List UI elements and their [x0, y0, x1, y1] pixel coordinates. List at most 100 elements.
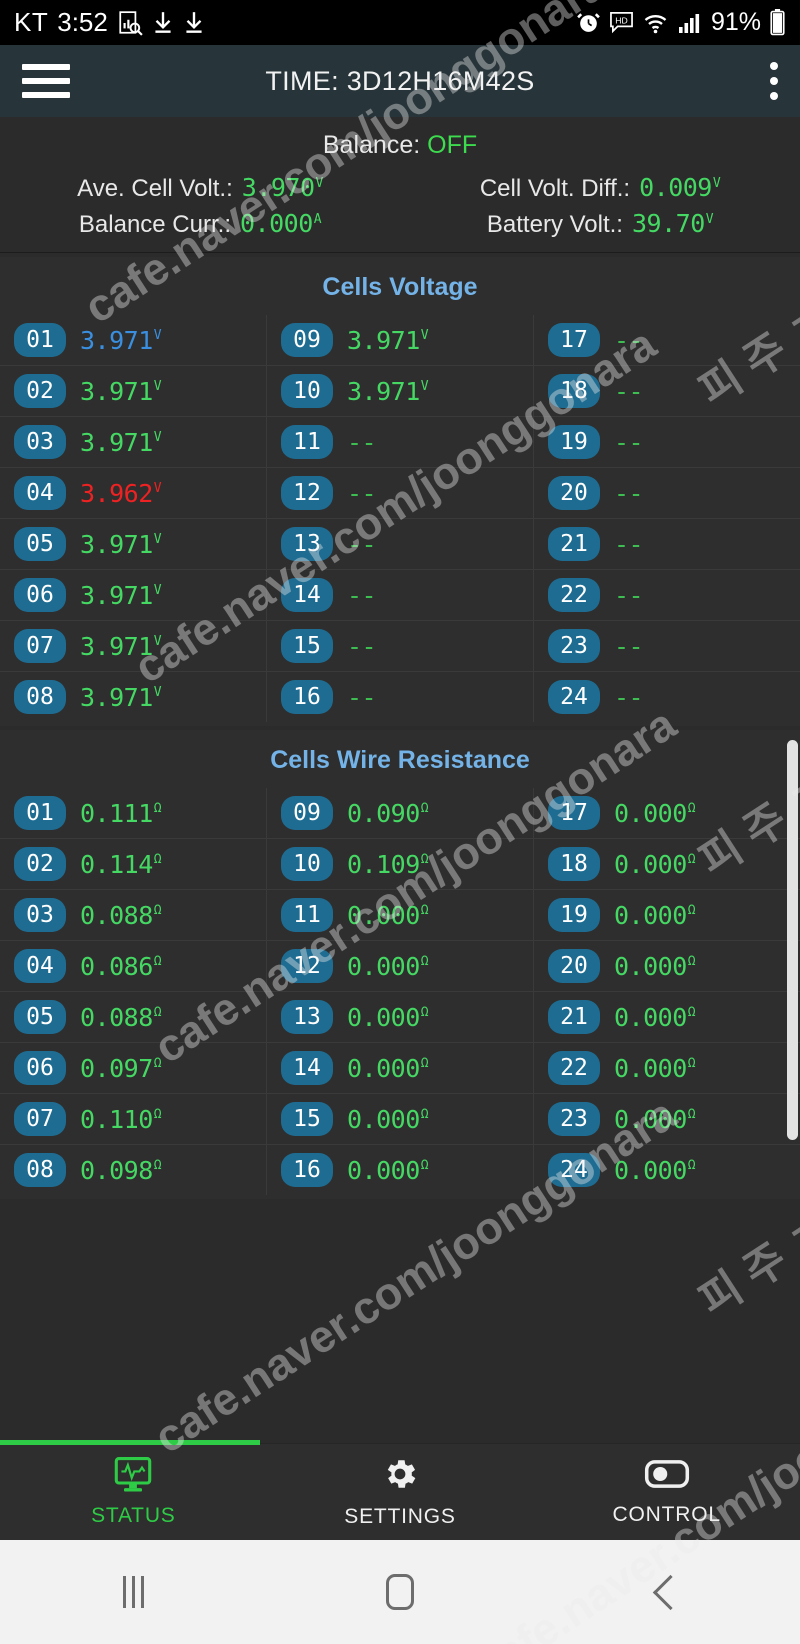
cell-row: 05 3.971V 13 -- 21 -- — [0, 518, 800, 569]
cell-index-badge: 22 — [548, 578, 600, 612]
document-search-icon — [117, 10, 143, 36]
cell-index-badge: 16 — [281, 680, 333, 714]
cell-row: 03 0.088Ω 11 0.000Ω 19 0.000Ω — [0, 889, 800, 940]
cell-index-badge: 10 — [281, 374, 333, 408]
cell-item[interactable]: 04 3.962V — [0, 468, 267, 518]
cell-item[interactable]: 01 3.971V — [0, 315, 267, 365]
summary-value: 0.009V — [639, 173, 721, 202]
vertical-scrollbar[interactable] — [787, 740, 798, 1140]
cells-wire-resistance-section: Cells Wire Resistance 01 0.111Ω 09 0.090Ω 17… — [0, 730, 800, 1199]
cell-item[interactable]: 12 -- — [267, 468, 534, 518]
cell-value: 0.000Ω — [614, 951, 696, 981]
cell-item[interactable]: 20 0.000Ω — [534, 941, 800, 991]
cell-value: 0.000Ω — [614, 849, 696, 879]
cell-item[interactable]: 23 -- — [534, 621, 800, 671]
cell-item[interactable]: 10 3.971V — [267, 366, 534, 416]
cell-item[interactable]: 12 0.000Ω — [267, 941, 534, 991]
cell-item[interactable]: 02 0.114Ω — [0, 839, 267, 889]
cell-unit: Ω — [153, 1158, 162, 1174]
cell-item[interactable]: 18 0.000Ω — [534, 839, 800, 889]
cell-index-badge: 19 — [548, 425, 600, 459]
tab-label: CONTROL — [612, 1503, 721, 1526]
cell-item[interactable]: 04 0.086Ω — [0, 941, 267, 991]
cell-item[interactable]: 15 0.000Ω — [267, 1094, 534, 1144]
cell-value: -- — [614, 325, 644, 355]
cell-item[interactable]: 14 0.000Ω — [267, 1043, 534, 1093]
cell-row: 03 3.971V 11 -- 19 -- — [0, 416, 800, 467]
cell-unit: V — [153, 634, 162, 650]
cell-value: -- — [614, 376, 644, 406]
cell-item[interactable]: 07 0.110Ω — [0, 1094, 267, 1144]
cell-item[interactable]: 02 3.971V — [0, 366, 267, 416]
hamburger-menu-icon[interactable] — [22, 64, 70, 98]
cell-item[interactable]: 09 0.090Ω — [267, 788, 534, 838]
cell-value: 0.000Ω — [614, 1155, 696, 1185]
cell-item[interactable]: 24 0.000Ω — [534, 1145, 800, 1195]
cell-item[interactable]: 23 0.000Ω — [534, 1094, 800, 1144]
cell-value: 0.097Ω — [80, 1053, 162, 1083]
cell-item[interactable]: 06 0.097Ω — [0, 1043, 267, 1093]
cell-index-badge: 23 — [548, 1102, 600, 1136]
cell-value: 0.109Ω — [347, 849, 429, 879]
cell-item[interactable]: 15 -- — [267, 621, 534, 671]
cell-item[interactable]: 11 0.000Ω — [267, 890, 534, 940]
cell-value: 0.000Ω — [347, 1053, 429, 1083]
cell-unit: V — [153, 532, 162, 548]
summary-label: Balance Curr.: — [78, 211, 231, 238]
cell-item[interactable]: 13 0.000Ω — [267, 992, 534, 1042]
cell-value: 3.971V — [80, 325, 162, 355]
cell-unit: Ω — [687, 801, 696, 817]
cell-unit: Ω — [153, 1005, 162, 1021]
cell-unit: Ω — [153, 954, 162, 970]
cell-item[interactable]: 17 -- — [534, 315, 800, 365]
cell-item[interactable]: 21 -- — [534, 519, 800, 569]
back-icon[interactable] — [533, 1574, 800, 1610]
home-icon[interactable] — [267, 1574, 534, 1610]
cell-index-badge: 11 — [281, 898, 333, 932]
cell-item[interactable]: 19 0.000Ω — [534, 890, 800, 940]
cell-value: -- — [614, 478, 644, 508]
cell-item[interactable]: 16 0.000Ω — [267, 1145, 534, 1195]
cell-value: -- — [614, 580, 644, 610]
tab-settings[interactable]: SETTINGS — [267, 1444, 534, 1540]
cell-item[interactable]: 19 -- — [534, 417, 800, 467]
hd-icon: HD — [609, 11, 634, 34]
cell-item[interactable]: 17 0.000Ω — [534, 788, 800, 838]
cell-item[interactable]: 22 -- — [534, 570, 800, 620]
cell-value: -- — [347, 580, 377, 610]
kebab-menu-icon[interactable] — [770, 62, 778, 100]
cell-item[interactable]: 01 0.111Ω — [0, 788, 267, 838]
cell-value: -- — [614, 682, 644, 712]
cell-index-badge: 13 — [281, 527, 333, 561]
cell-item[interactable]: 14 -- — [267, 570, 534, 620]
cell-item[interactable]: 22 0.000Ω — [534, 1043, 800, 1093]
cell-item[interactable]: 03 0.088Ω — [0, 890, 267, 940]
cell-index-badge: 06 — [14, 1051, 66, 1085]
cell-item[interactable]: 07 3.971V — [0, 621, 267, 671]
cell-item[interactable]: 13 -- — [267, 519, 534, 569]
cell-item[interactable]: 05 3.971V — [0, 519, 267, 569]
cell-index-badge: 04 — [14, 476, 66, 510]
cell-item[interactable]: 10 0.109Ω — [267, 839, 534, 889]
cell-item[interactable]: 21 0.000Ω — [534, 992, 800, 1042]
cell-unit: V — [153, 481, 162, 497]
cell-item[interactable]: 06 3.971V — [0, 570, 267, 620]
section-title: Cells Voltage — [322, 273, 478, 301]
cell-index-badge: 18 — [548, 374, 600, 408]
cell-item[interactable]: 11 -- — [267, 417, 534, 467]
cell-item[interactable]: 03 3.971V — [0, 417, 267, 467]
cell-item[interactable]: 16 -- — [267, 672, 534, 722]
summary-value: 39.70V — [631, 209, 714, 238]
cell-item[interactable]: 09 3.971V — [267, 315, 534, 365]
tab-control[interactable]: CONTROL — [533, 1444, 800, 1540]
cell-index-badge: 19 — [548, 898, 600, 932]
recents-icon[interactable] — [0, 1576, 267, 1608]
cell-item[interactable]: 05 0.088Ω — [0, 992, 267, 1042]
cell-item[interactable]: 20 -- — [534, 468, 800, 518]
cell-item[interactable]: 08 3.971V — [0, 672, 267, 722]
cell-item[interactable]: 08 0.098Ω — [0, 1145, 267, 1195]
cell-item[interactable]: 18 -- — [534, 366, 800, 416]
clock-label: 3:52 — [57, 7, 108, 37]
cell-item[interactable]: 24 -- — [534, 672, 800, 722]
tab-status[interactable]: STATUS — [0, 1440, 267, 1540]
